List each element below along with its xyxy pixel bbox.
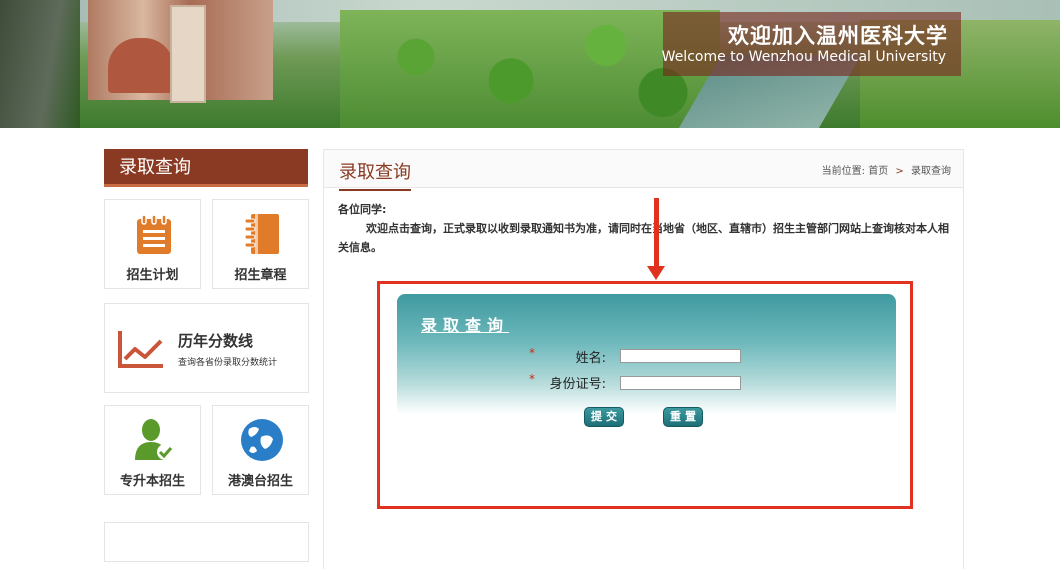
tile-label: 专升本招生 [119,474,185,489]
notice: 各位同学: 欢迎点击查询，正式录取以收到录取通知书为准，请同时在当地省（地区、直… [338,200,952,257]
clipboard-list-icon [137,215,171,254]
notice-greeting: 各位同学: [338,203,387,216]
sidebar-tile-more[interactable] [104,522,309,562]
name-label: 姓名: [575,351,606,366]
campus-banner: 欢迎加入温州医科大学 Welcome to Wenzhou Medical Un… [0,0,1060,128]
sidebar-tile-upgrade-admission[interactable]: 专升本招生 [104,405,201,495]
id-number-label: 身份证号: [549,377,606,392]
id-number-input[interactable] [620,376,741,390]
user-check-icon [135,419,173,460]
breadcrumb-home[interactable]: 首页 [868,166,888,177]
required-mark: * [529,372,535,386]
banner-subtitle: Welcome to Wenzhou Medical University [661,49,946,65]
breadcrumb-current: 录取查询 [911,166,951,177]
globe-icon [241,419,283,461]
sidebar-tile-enrollment-plan[interactable]: 招生计划 [104,199,201,289]
sidebar-tile-hk-macau-taiwan[interactable]: 港澳台招生 [212,405,309,495]
breadcrumb-prefix: 当前位置: [821,166,866,177]
notice-body: 欢迎点击查询，正式录取以收到录取通知书为准，请同时在当地省（地区、直辖市）招生主… [338,222,949,254]
sidebar-tile-score-history[interactable]: 历年分数线 查询各省份录取分数统计 [104,303,309,393]
tile-label: 招生章程 [234,268,287,283]
main-header: 录取查询 当前位置: 首页 > 录取查询 [324,150,963,191]
annotation-arrow-head [647,266,665,280]
required-mark: * [529,346,535,360]
tile-sublabel: 查询各省份录取分数统计 [178,358,278,368]
line-chart-icon [118,331,163,368]
form-title: 录取查询 [421,316,510,335]
page-title: 录取查询 [339,158,411,191]
annotation-arrow-shaft [654,198,659,268]
banner-road [0,0,80,128]
notebook-icon [244,214,279,254]
banner-tower [170,5,206,103]
sidebar-tile-admission-rules[interactable]: 招生章程 [212,199,309,289]
name-input[interactable] [620,349,741,363]
banner-title: 欢迎加入温州医科大学 [728,24,948,48]
breadcrumb-separator: > [895,166,904,177]
reset-button[interactable]: 重置 [663,407,703,427]
breadcrumb: 当前位置: 首页 > 录取查询 [822,162,951,177]
submit-button[interactable]: 提交 [584,407,624,427]
sidebar-heading: 录取查询 [104,149,308,187]
tile-label: 历年分数线 [178,332,254,350]
tile-label: 港澳台招生 [227,474,293,489]
tile-label: 招生计划 [126,268,179,283]
banner-rotunda [108,38,174,93]
